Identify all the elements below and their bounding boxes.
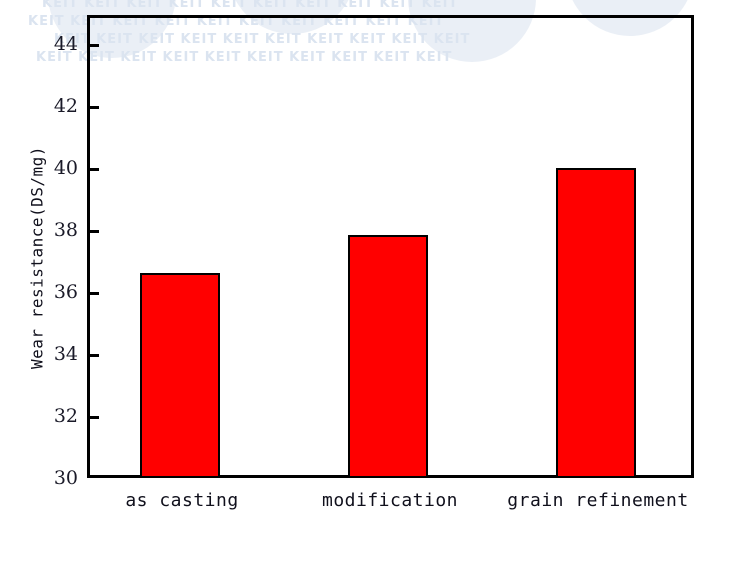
- bar-as-casting[interactable]: [140, 273, 220, 478]
- y-axis-tick-label: 30: [53, 467, 78, 489]
- bar-modification[interactable]: [348, 234, 428, 478]
- y-axis-tick-label: 32: [53, 405, 78, 427]
- y-axis-title: Wear resistance(DS/mg): [27, 146, 47, 369]
- y-axis-tick-label: 44: [53, 33, 78, 55]
- y-axis-tick-label: 42: [53, 95, 78, 117]
- bar-grain-refinement[interactable]: [556, 168, 636, 478]
- bar-chart: 44 42 40 38 36 34 32 30 Wear resistance(…: [0, 0, 745, 572]
- x-axis-label-as-casting: as casting: [125, 490, 239, 511]
- bars-layer: [87, 15, 694, 478]
- x-axis-label-modification: modification: [321, 490, 459, 511]
- x-axis-label-grain-refinement: grain refinement: [507, 490, 689, 511]
